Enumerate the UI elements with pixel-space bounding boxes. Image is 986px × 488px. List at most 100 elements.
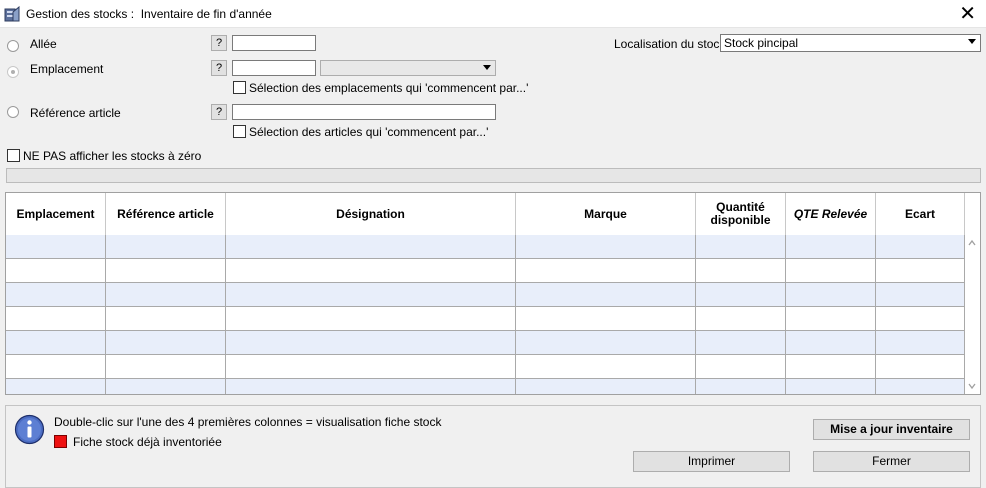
table-cell[interactable] bbox=[696, 379, 786, 394]
scroll-up-icon[interactable] bbox=[967, 238, 977, 248]
table-cell[interactable] bbox=[106, 283, 226, 307]
print-button[interactable]: Imprimer bbox=[633, 451, 790, 472]
table-cell[interactable] bbox=[786, 259, 876, 283]
chk-hide-zero-stock[interactable] bbox=[7, 149, 20, 162]
table-cell[interactable] bbox=[876, 283, 965, 307]
chevron-down-icon bbox=[483, 65, 491, 70]
col-header-quantite[interactable]: Quantité disponible bbox=[696, 193, 786, 235]
table-cell[interactable] bbox=[516, 235, 696, 259]
table-cell[interactable] bbox=[226, 235, 516, 259]
table-cell[interactable] bbox=[106, 331, 226, 355]
table-cell[interactable] bbox=[696, 355, 786, 379]
table-row[interactable] bbox=[6, 259, 965, 283]
window-title: Gestion des stocks : Inventaire de fin d… bbox=[26, 7, 272, 21]
table-cell[interactable] bbox=[6, 355, 106, 379]
table-cell[interactable] bbox=[786, 235, 876, 259]
table-cell[interactable] bbox=[106, 235, 226, 259]
table-cell[interactable] bbox=[696, 331, 786, 355]
radio-emplacement[interactable] bbox=[7, 66, 19, 78]
close-icon[interactable]: ✕ bbox=[959, 3, 976, 23]
emplacement-help-button[interactable]: ? bbox=[211, 60, 227, 76]
col-header-ecart[interactable]: Ecart bbox=[876, 193, 965, 235]
progress-bar bbox=[6, 168, 981, 183]
emplacement-select[interactable] bbox=[320, 60, 496, 76]
table-cell[interactable] bbox=[6, 259, 106, 283]
stock-table[interactable]: Emplacement Référence article Désignatio… bbox=[5, 192, 981, 395]
chevron-down-icon bbox=[968, 39, 976, 44]
info-text: Double-clic sur l'une des 4 premières co… bbox=[54, 415, 442, 429]
table-cell[interactable] bbox=[876, 259, 965, 283]
table-cell[interactable] bbox=[696, 259, 786, 283]
legend-swatch bbox=[54, 435, 67, 448]
chk-emplacements-commencent[interactable] bbox=[233, 81, 246, 94]
table-cell[interactable] bbox=[106, 379, 226, 394]
col-header-reference[interactable]: Référence article bbox=[106, 193, 226, 235]
col-header-qte-relevee[interactable]: QTE Relevée bbox=[786, 193, 876, 235]
localisation-select[interactable]: Stock pincipal bbox=[720, 34, 981, 52]
table-cell[interactable] bbox=[106, 259, 226, 283]
table-cell[interactable] bbox=[876, 355, 965, 379]
table-row[interactable] bbox=[6, 331, 965, 355]
table-cell[interactable] bbox=[516, 355, 696, 379]
table-cell[interactable] bbox=[516, 307, 696, 331]
table-cell[interactable] bbox=[226, 355, 516, 379]
info-icon bbox=[14, 414, 45, 445]
allee-help-button[interactable]: ? bbox=[211, 35, 227, 51]
footer-panel: Double-clic sur l'une des 4 premières co… bbox=[5, 405, 981, 488]
table-cell[interactable] bbox=[226, 307, 516, 331]
col-header-emplacement[interactable]: Emplacement bbox=[6, 193, 106, 235]
table-cell[interactable] bbox=[696, 283, 786, 307]
table-cell[interactable] bbox=[106, 355, 226, 379]
reference-help-button[interactable]: ? bbox=[211, 104, 227, 120]
table-cell[interactable] bbox=[516, 283, 696, 307]
table-cell[interactable] bbox=[876, 379, 965, 394]
table-row[interactable] bbox=[6, 355, 965, 379]
table-cell[interactable] bbox=[876, 235, 965, 259]
stock-app-icon bbox=[4, 6, 20, 22]
table-cell[interactable] bbox=[6, 379, 106, 394]
table-cell[interactable] bbox=[876, 307, 965, 331]
vertical-scrollbar[interactable] bbox=[965, 235, 980, 394]
table-cell[interactable] bbox=[876, 331, 965, 355]
table-row[interactable] bbox=[6, 307, 965, 331]
emplacement-input[interactable] bbox=[232, 60, 316, 76]
reference-input[interactable] bbox=[232, 104, 496, 120]
table-cell[interactable] bbox=[516, 379, 696, 394]
col-header-marque[interactable]: Marque bbox=[516, 193, 696, 235]
chk-articles-commencent[interactable] bbox=[233, 125, 246, 138]
table-cell[interactable] bbox=[6, 283, 106, 307]
table-cell[interactable] bbox=[786, 355, 876, 379]
table-cell[interactable] bbox=[226, 379, 516, 394]
table-cell[interactable] bbox=[6, 331, 106, 355]
chk-emplacements-label: Sélection des emplacements qui 'commence… bbox=[249, 81, 529, 95]
reference-label: Référence article bbox=[30, 106, 121, 120]
localisation-value: Stock pincipal bbox=[724, 36, 799, 50]
radio-allee[interactable] bbox=[7, 40, 19, 52]
table-row[interactable] bbox=[6, 235, 965, 259]
table-row[interactable] bbox=[6, 379, 965, 394]
table-cell[interactable] bbox=[106, 307, 226, 331]
table-cell[interactable] bbox=[6, 235, 106, 259]
table-cell[interactable] bbox=[226, 331, 516, 355]
table-cell[interactable] bbox=[516, 331, 696, 355]
table-cell[interactable] bbox=[6, 307, 106, 331]
table-cell[interactable] bbox=[786, 283, 876, 307]
emplacement-label: Emplacement bbox=[30, 62, 104, 76]
col-header-designation[interactable]: Désignation bbox=[226, 193, 516, 235]
table-cell[interactable] bbox=[786, 331, 876, 355]
update-inventory-button[interactable]: Mise a jour inventaire bbox=[813, 419, 970, 440]
table-cell[interactable] bbox=[696, 235, 786, 259]
allee-label: Allée bbox=[30, 37, 57, 51]
table-cell[interactable] bbox=[786, 379, 876, 394]
table-cell[interactable] bbox=[786, 307, 876, 331]
scroll-down-icon[interactable] bbox=[967, 381, 977, 391]
radio-reference[interactable] bbox=[7, 106, 19, 118]
close-button[interactable]: Fermer bbox=[813, 451, 970, 472]
chk-hide-zero-label: NE PAS afficher les stocks à zéro bbox=[23, 149, 202, 163]
table-cell[interactable] bbox=[696, 307, 786, 331]
table-cell[interactable] bbox=[226, 283, 516, 307]
table-row[interactable] bbox=[6, 283, 965, 307]
allee-input[interactable] bbox=[232, 35, 316, 51]
table-cell[interactable] bbox=[516, 259, 696, 283]
table-cell[interactable] bbox=[226, 259, 516, 283]
